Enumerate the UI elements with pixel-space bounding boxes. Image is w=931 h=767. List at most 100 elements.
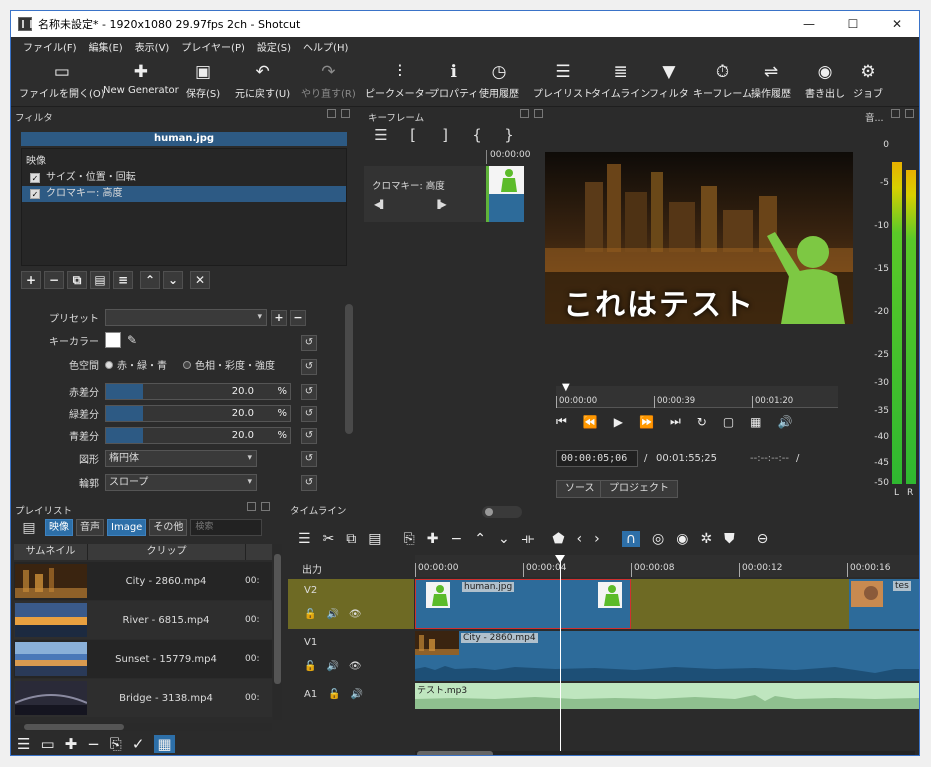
timeline-button[interactable]: ≣ タイムライン xyxy=(591,59,650,100)
next-marker-icon[interactable]: › xyxy=(594,531,600,547)
track-header-v2[interactable]: V2 🔓 🔊 👁 xyxy=(288,579,414,629)
zoom-icon[interactable]: ▢ xyxy=(723,415,734,429)
mute-icon[interactable]: 🔊 xyxy=(326,609,338,620)
lock-icon[interactable]: 🔓 xyxy=(328,689,340,700)
tab-audio[interactable]: 音声 xyxy=(76,519,104,536)
cut-icon[interactable]: ✂ xyxy=(323,531,335,547)
copy-filter-button[interactable]: ⧉ xyxy=(67,271,87,289)
timeline-ruler[interactable]: 00:00:00 00:00:04 00:00:08 00:00:12 00:0… xyxy=(415,555,919,577)
rewind-icon[interactable]: ⏪ xyxy=(583,415,598,429)
set-last-keyframe-icon[interactable]: } xyxy=(498,126,520,144)
mute-icon[interactable]: 🔊 xyxy=(350,689,362,700)
eyedropper-icon[interactable]: ✎ xyxy=(127,333,137,347)
reset-shape-button[interactable]: ↺ xyxy=(301,451,317,467)
close-panel-button[interactable] xyxy=(905,109,914,118)
insert-icon[interactable]: ⌄ xyxy=(498,531,510,547)
key-color-swatch[interactable] xyxy=(105,332,121,348)
marker-icon[interactable]: ⬟ xyxy=(552,531,564,547)
append-icon[interactable]: ⎘ xyxy=(404,531,415,547)
col-thumbnail[interactable]: サムネイル xyxy=(14,544,88,560)
volume-icon[interactable]: 🔊 xyxy=(778,415,793,429)
clip-test[interactable]: tes xyxy=(849,579,919,629)
play-icon[interactable]: ▶ xyxy=(614,415,623,429)
filter-item-chroma-key[interactable]: ✓ クロマキー: 高度 xyxy=(22,186,346,202)
delete-preset-button[interactable]: − xyxy=(290,309,306,326)
close-panel-button[interactable] xyxy=(261,502,270,511)
timeline-playhead[interactable] xyxy=(555,555,565,751)
clip-city-mp4[interactable]: City - 2860.mp4 xyxy=(415,631,919,681)
check-icon[interactable]: ✓ xyxy=(132,735,145,753)
clip-test-mp3[interactable]: テスト.mp3 xyxy=(415,683,919,709)
edge-combo[interactable]: スロープ xyxy=(105,474,257,491)
hide-icon[interactable]: 👁 xyxy=(349,609,362,620)
filters-button[interactable]: ▼ フィルタ xyxy=(649,59,689,100)
player-playhead-icon[interactable]: ▼ xyxy=(562,382,570,393)
minimize-button[interactable]: — xyxy=(787,11,831,37)
tab-project[interactable]: プロジェクト xyxy=(600,480,678,498)
filter-enable-checkbox[interactable]: ✓ xyxy=(30,173,40,183)
ripple-markers-icon[interactable]: ⛊ xyxy=(724,531,735,547)
paste-icon[interactable]: ▤ xyxy=(368,531,381,547)
update-icon[interactable]: ⎘ xyxy=(110,735,122,753)
detail-view-icon[interactable]: ▦ xyxy=(154,735,175,753)
close-panel-button[interactable] xyxy=(534,109,543,118)
move-down-button[interactable]: ⌄ xyxy=(163,271,183,289)
split-icon[interactable]: ⟛ xyxy=(522,531,535,547)
green-delta-slider[interactable]: 20.0 % xyxy=(105,405,291,422)
mute-icon[interactable]: 🔊 xyxy=(326,661,338,672)
save-filter-set-button[interactable]: ≡ xyxy=(113,271,133,289)
zoom-out-icon[interactable]: ⊖ xyxy=(757,531,769,547)
close-panel-button[interactable] xyxy=(341,109,350,118)
skip-previous-icon[interactable]: ⏮ xyxy=(556,414,567,429)
jobs-button[interactable]: ⚙ ジョブ xyxy=(853,59,883,100)
playlist-options-icon[interactable]: ☰ xyxy=(17,735,30,753)
properties-button[interactable]: ℹ プロパティ xyxy=(429,59,478,100)
menu-edit[interactable]: 編集(E) xyxy=(83,39,129,54)
hide-icon[interactable]: 👁 xyxy=(349,661,362,672)
snap-magnet-icon[interactable]: ∩ xyxy=(621,531,640,547)
float-panel-button[interactable] xyxy=(520,109,529,118)
new-generator-button[interactable]: ✚ New Generator xyxy=(103,59,179,96)
playlist-scrollbar[interactable] xyxy=(273,544,282,720)
remove-from-playlist-icon[interactable]: − xyxy=(87,735,100,753)
timeline-hscrollbar[interactable] xyxy=(415,751,915,755)
open-folder-icon[interactable]: ▭ xyxy=(40,735,54,753)
keyframes-clip[interactable] xyxy=(486,166,524,222)
red-delta-slider[interactable]: 20.0 % xyxy=(105,383,291,400)
loop-icon[interactable]: ↻ xyxy=(697,415,707,429)
undo-button[interactable]: ↶ 元に戻す(U) xyxy=(235,59,290,100)
lock-icon[interactable]: 🔓 xyxy=(304,609,316,620)
save-preset-button[interactable]: + xyxy=(271,309,287,326)
filter-panel-scrollbar[interactable] xyxy=(345,304,353,434)
filter-enable-checkbox[interactable]: ✓ xyxy=(30,189,40,199)
menu-player[interactable]: プレイヤー(P) xyxy=(175,39,251,54)
export-button[interactable]: ◉ 書き出し xyxy=(805,59,845,100)
recent-button[interactable]: ◷ 使用履歴 xyxy=(479,59,519,100)
move-up-button[interactable]: ⌃ xyxy=(140,271,160,289)
blue-delta-slider[interactable]: 20.0 % xyxy=(105,427,291,444)
playlist-row[interactable]: Bridge - 3138.mp4 00: xyxy=(14,679,272,717)
copy-icon[interactable]: ⧉ xyxy=(346,531,356,547)
color-space-rgb-radio[interactable]: 赤・緑・青 xyxy=(105,357,167,372)
redo-button[interactable]: ↷ やり直す(R) xyxy=(301,59,356,100)
filter-item-size-position[interactable]: ✓ サイズ・位置・回転 xyxy=(22,170,346,186)
open-file-button[interactable]: ▭ ファイルを開く(O) xyxy=(19,59,105,100)
tab-image[interactable]: Image xyxy=(107,519,147,536)
keyframes-button[interactable]: ⏱ キーフレーム xyxy=(693,59,752,100)
timeline-menu-icon[interactable]: ☰ xyxy=(298,531,311,547)
maximize-button[interactable]: ☐ xyxy=(831,11,875,37)
menu-view[interactable]: 表示(V) xyxy=(129,39,176,54)
fast-forward-icon[interactable]: ⏩ xyxy=(639,415,654,429)
tab-other[interactable]: その他 xyxy=(149,519,188,536)
paste-filter-button[interactable]: ▤ xyxy=(90,271,110,289)
menu-settings[interactable]: 設定(S) xyxy=(251,39,297,54)
playlist-hscrollbar[interactable] xyxy=(14,723,272,731)
reset-color-space-button[interactable]: ↺ xyxy=(301,359,317,375)
preset-combo[interactable] xyxy=(105,309,267,326)
menu-file[interactable]: ファイル(F) xyxy=(17,39,83,54)
playlist-row[interactable]: River - 6815.mp4 00: xyxy=(14,601,272,639)
close-button[interactable]: ✕ xyxy=(875,11,919,37)
grid-icon[interactable]: ▦ xyxy=(750,415,761,429)
color-space-hsv-radio[interactable]: 色相・彩度・強度 xyxy=(183,357,275,372)
menu-icon[interactable]: ☰ xyxy=(370,126,392,144)
